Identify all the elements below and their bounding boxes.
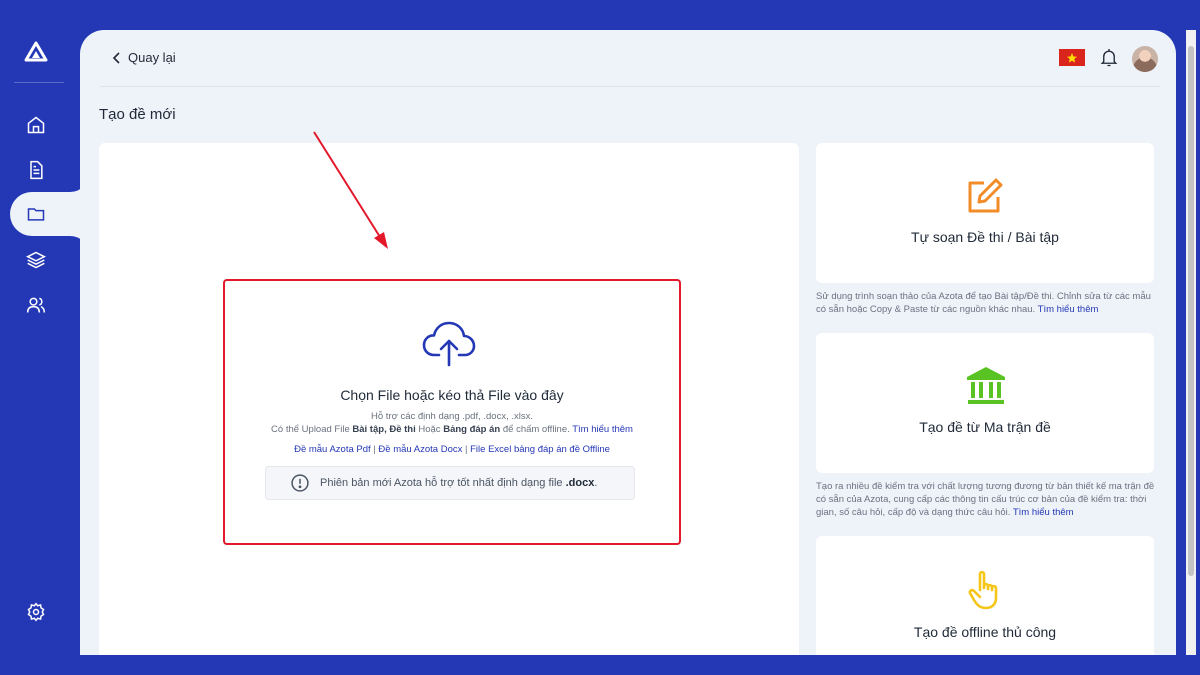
hint-bold-answer-key: Bảng đáp án: [443, 424, 501, 435]
template-pdf-link[interactable]: Đề mẫu Azota Pdf: [294, 444, 371, 455]
notice-format: .docx: [565, 477, 595, 489]
sidebar-item-documents[interactable]: [24, 158, 48, 182]
home-icon: [27, 116, 45, 134]
azota-logo-icon[interactable]: [24, 40, 48, 64]
option-card-matrix[interactable]: Tạo đề từ Ma trận đề: [816, 333, 1154, 473]
scrollbar-thumb[interactable]: [1188, 46, 1194, 576]
sidebar-item-settings[interactable]: [24, 600, 48, 624]
header-divider: [100, 86, 1160, 87]
sidebar-item-home[interactable]: [24, 113, 48, 137]
main-panel: Quay lại Tạo đề mới Chọn File hoặc kéo t…: [80, 30, 1176, 655]
option-description-text: Tạo ra nhiều đề kiểm tra với chất lượng …: [816, 481, 1155, 518]
bank-icon: [965, 365, 1007, 407]
notice-main: Phiên bản mới Azota hỗ trợ tốt nhất định…: [320, 477, 566, 489]
hint-prefix: Có thể Upload File: [271, 424, 353, 435]
page-title: Tạo đề mới: [99, 106, 176, 123]
hint-bold-exam: Đề thi: [389, 424, 416, 435]
sidebar-active-indicator: [10, 192, 90, 236]
info-icon: [291, 474, 309, 492]
dropzone-title: Chọn File hoặc kéo thả File vào đây: [340, 387, 564, 403]
template-links: Đề mẫu Azota Pdf | Đề mẫu Azota Docx | F…: [225, 444, 679, 455]
user-avatar[interactable]: [1132, 46, 1158, 72]
back-button[interactable]: Quay lại: [112, 50, 176, 65]
docx-notice: Phiên bản mới Azota hỗ trợ tốt nhất định…: [265, 466, 635, 500]
sidebar-divider: [14, 82, 64, 83]
folder-icon: [27, 208, 45, 221]
document-icon: [30, 160, 43, 180]
option-title: Tự soạn Đề thi / Bài tập: [911, 229, 1059, 245]
sidebar-item-layers[interactable]: [24, 248, 48, 272]
template-docx-link[interactable]: Đề mẫu Azota Docx: [378, 444, 462, 455]
chevron-left-icon: [112, 51, 120, 64]
gear-icon: [27, 602, 45, 622]
sidebar-item-folder[interactable]: [24, 202, 48, 226]
hint-or: Hoặc: [415, 424, 444, 435]
option-card-offline-manual[interactable]: Tạo đề offline thủ công: [816, 536, 1154, 655]
bell-icon[interactable]: [1100, 48, 1118, 68]
option-description: Tạo ra nhiều đề kiểm tra với chất lượng …: [816, 480, 1156, 519]
option-title: Tạo đề từ Ma trận đề: [919, 419, 1051, 435]
notice-end: .: [594, 477, 598, 489]
learn-more-link[interactable]: Tìm hiểu thêm: [572, 424, 633, 435]
option-card-self-compose[interactable]: Tự soạn Đề thi / Bài tập: [816, 143, 1154, 283]
layers-icon: [26, 251, 46, 269]
template-excel-link[interactable]: File Excel bảng đáp án đề Offline: [470, 444, 610, 455]
language-flag-icon[interactable]: [1059, 49, 1085, 66]
supported-formats-text: Hỗ trợ các định dạng .pdf, .docx, .xlsx.: [370, 411, 533, 422]
sidebar: [0, 0, 90, 675]
users-icon: [26, 297, 46, 313]
upload-card: Chọn File hoặc kéo thả File vào đây Hỗ t…: [99, 143, 799, 655]
bottom-bar: [0, 655, 1200, 675]
file-dropzone[interactable]: Chọn File hoặc kéo thả File vào đây Hỗ t…: [223, 279, 681, 545]
sidebar-item-users[interactable]: [24, 293, 48, 317]
link-separator: |: [462, 444, 471, 455]
notice-text: Phiên bản mới Azota hỗ trợ tốt nhất định…: [320, 477, 597, 489]
cloud-upload-icon: [421, 319, 477, 369]
hint-suffix: để chấm offline.: [500, 424, 573, 435]
option-description-text: Sử dụng trình soạn thảo của Azota để tạo…: [816, 291, 1151, 315]
option-description: Sử dụng trình soạn thảo của Azota để tạo…: [816, 290, 1156, 316]
edit-icon: [966, 177, 1004, 215]
pointer-hand-icon: [966, 568, 1006, 612]
learn-more-link[interactable]: Tìm hiểu thêm: [1038, 304, 1099, 315]
hint-bold-assignment: Bài tập: [352, 424, 385, 435]
option-title: Tạo đề offline thủ công: [913, 624, 1057, 640]
back-label: Quay lại: [128, 50, 176, 65]
learn-more-link[interactable]: Tìm hiểu thêm: [1013, 507, 1074, 518]
upload-hint-text: Có thể Upload File Bài tập, Đề thi Hoặc …: [225, 424, 679, 435]
